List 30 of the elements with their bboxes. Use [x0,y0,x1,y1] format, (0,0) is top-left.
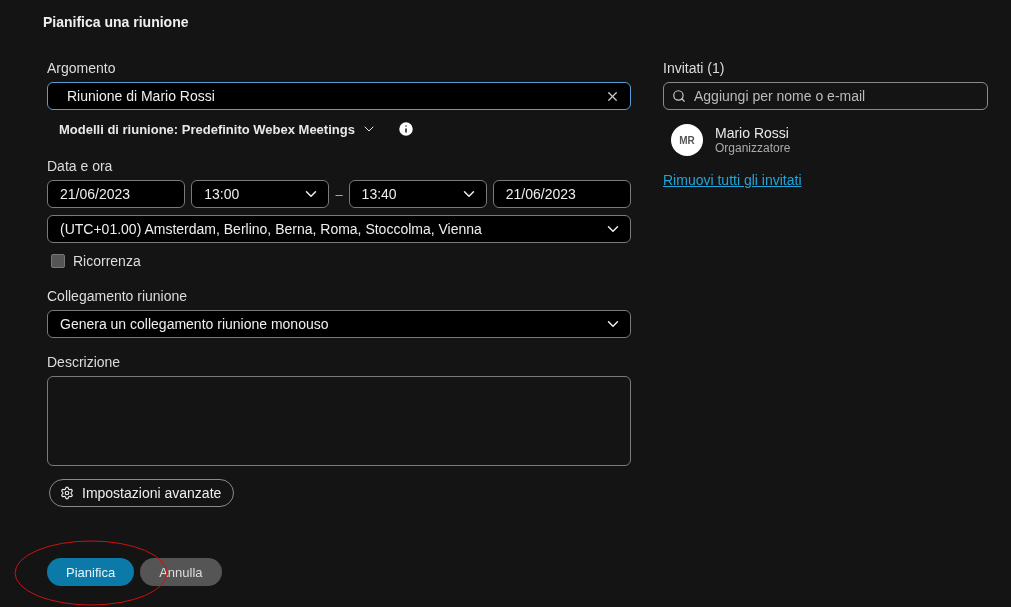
schedule-button[interactable]: Pianifica [47,558,135,586]
topic-field[interactable]: Riunione di Mario Rossi [67,88,267,104]
date-field[interactable]: 21/06/2023 [492,180,631,208]
description-field[interactable] [47,376,631,466]
info-icon[interactable] [396,120,415,138]
dialog-title: Pianifica una riunione [43,14,190,32]
gear-icon [60,486,74,500]
person-role: Organizzatore [715,141,791,155]
person-name: Mario Rossi [715,125,790,141]
search-box[interactable]: Aggiungi per nome o e-mail [663,82,988,110]
time-dropdown[interactable]: 13:40 [348,180,487,208]
date-field[interactable]: 21/06/2023 [47,180,186,208]
time-dropdown[interactable]: 13:00 [191,180,330,208]
avatar: MR [671,124,703,156]
search-icon [672,89,686,103]
field-label: Collegamento riunione [47,288,189,304]
remove-all-link[interactable]: Rimuovi tutti gli invitati [663,172,988,188]
checkbox-label: Ricorrenza [73,253,141,269]
section-title: Invitati (1) [663,60,726,76]
timezone-dropdown[interactable]: (UTC+01.00) Amsterdam, Berlino, Berna, Roma, Stoccolma, Vienna [47,215,631,243]
search-field[interactable]: Aggiungi per nome o e-mail [694,88,954,104]
field-label: Descrizione [47,354,122,370]
cancel-button[interactable]: Annulla [140,558,222,586]
range-separator: – [335,186,343,202]
template-dropdown[interactable]: Modelli di riunione: Predefinito Webex Meetings [59,121,377,137]
field-label: Argomento [47,60,117,76]
meeting-link-dropdown[interactable]: Genera un collegamento riunione monouso [47,310,631,338]
field-label: Data e ora [47,158,114,174]
recurrence-checkbox[interactable] [51,254,65,268]
topic-box[interactable]: Riunione di Mario Rossi [47,82,631,110]
